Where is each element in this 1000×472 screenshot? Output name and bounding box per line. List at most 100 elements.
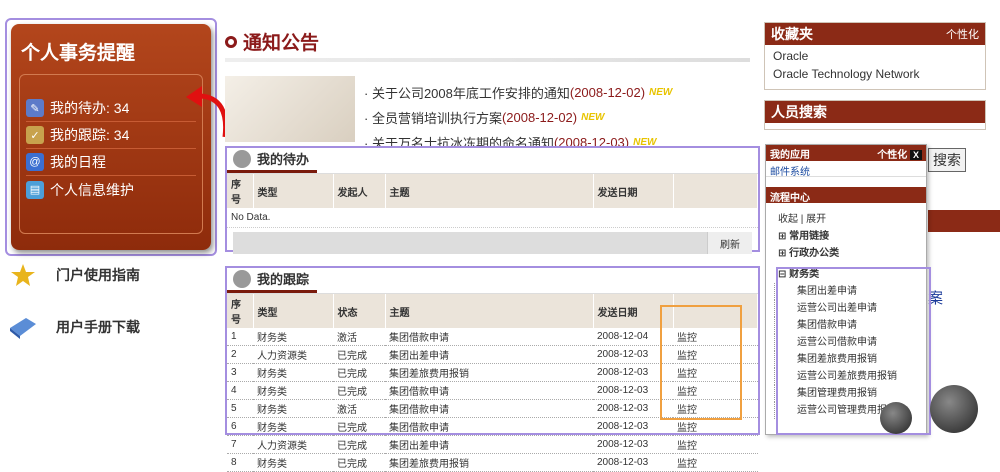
- people-search-button[interactable]: 搜索: [928, 148, 966, 172]
- tree-group-common-links[interactable]: ⊞ 常用链接: [766, 228, 926, 245]
- track-panel-icon: [233, 269, 251, 288]
- todo-header-row: 序号 类型 发起人 主题 发送日期: [227, 174, 758, 208]
- col-header: 状态: [333, 294, 386, 328]
- cell: 2: [227, 345, 253, 364]
- cell: 3: [227, 363, 253, 382]
- favorite-link[interactable]: Oracle Technology Network: [765, 63, 985, 81]
- guide-label: 门户使用指南: [56, 267, 140, 283]
- personal-reminder-title: 个人事务提醒: [21, 43, 136, 64]
- track-title-bar: 我的跟踪: [227, 268, 758, 294]
- cell: 人力资源类: [253, 435, 333, 454]
- notice-date: (2008-12-02): [569, 85, 646, 100]
- col-header: 发起人: [333, 174, 386, 208]
- notice-list: · 关于公司2008年底工作安排的通知 (2008-12-02) NEW · 全…: [364, 80, 672, 155]
- my-apps-actions: 个性化 X: [877, 146, 922, 161]
- tree-group-admin[interactable]: ⊞ 行政办公类: [766, 245, 926, 262]
- profile-icon: ▤: [26, 180, 44, 199]
- monitor-link[interactable]: 监控: [673, 435, 758, 454]
- cell: 8: [227, 453, 253, 472]
- reminder-item-label: 我的跟踪: [50, 127, 106, 143]
- col-header: 主题: [385, 294, 594, 328]
- notice-item[interactable]: · 全员营销培训执行方案 (2008-12-02) NEW: [364, 105, 672, 130]
- portal-guide-link[interactable]: 门户使用指南: [8, 262, 140, 288]
- col-header: [673, 174, 758, 208]
- cell: 集团出差申请: [385, 435, 593, 454]
- refresh-button[interactable]: 刷新: [707, 232, 752, 254]
- close-icon[interactable]: X: [909, 149, 922, 160]
- track-title: 我的跟踪: [227, 267, 317, 293]
- cell: 2008-12-03: [593, 435, 673, 454]
- notice-date: (2008-12-02): [501, 110, 578, 125]
- reminder-item-count: : 34: [106, 127, 130, 143]
- personal-reminder-list: ✎ 我的待办 : 34 ✓ 我的跟踪 : 34 @ 我的日程 ▤ 个人信息维护: [19, 74, 203, 234]
- favorites-title: 收藏夹: [771, 26, 813, 42]
- reminder-item-todo[interactable]: ✎ 我的待办 : 34: [26, 95, 196, 122]
- cell: 财务类: [253, 399, 333, 418]
- cell: 1: [227, 328, 253, 346]
- mail-system-link[interactable]: 邮件系统: [766, 161, 926, 178]
- notice-header: 通知公告: [225, 28, 319, 55]
- reminder-item-count: : 34: [106, 100, 130, 116]
- reminder-item-label: 我的日程: [50, 154, 106, 170]
- cell: 财务类: [253, 363, 333, 382]
- new-badge: NEW: [649, 87, 673, 98]
- notice-title: 通知公告: [243, 33, 320, 54]
- cell: 集团借款申请: [385, 417, 593, 436]
- notice-bullet-icon: [225, 35, 237, 48]
- favorites-box: 收藏夹 个性化 Oracle Oracle Technology Network: [764, 22, 986, 90]
- table-row[interactable]: 7 人力资源类 已完成 集团出差申请 2008-12-03 监控: [227, 435, 758, 454]
- track-title-text: 我的跟踪: [257, 272, 310, 287]
- col-header: 类型: [253, 294, 334, 328]
- cell: 4: [227, 381, 253, 400]
- col-header: 序号: [227, 294, 254, 328]
- user-manual-download-link[interactable]: 用户手册下载: [8, 314, 140, 340]
- monitor-link[interactable]: 监控: [673, 417, 758, 436]
- reminder-item-profile[interactable]: ▤ 个人信息维护: [26, 176, 196, 203]
- notice-text: · 关于公司2008年底工作安排的通知: [364, 86, 570, 101]
- favorites-personalize-link[interactable]: 个性化: [946, 26, 979, 42]
- cell: 已完成: [333, 417, 385, 436]
- star-icon: [11, 264, 35, 286]
- flow-center-header: 流程中心: [766, 187, 926, 204]
- book-icon: [10, 318, 36, 339]
- cell: 5: [227, 399, 253, 418]
- new-badge: NEW: [581, 112, 605, 123]
- cell: 激活: [333, 328, 385, 346]
- schedule-icon: @: [26, 153, 44, 171]
- people-search-title: 人员搜索: [771, 104, 827, 120]
- notice-item[interactable]: · 关于公司2008年底工作安排的通知 (2008-12-02) NEW: [364, 80, 672, 105]
- floating-button-icon[interactable]: [880, 402, 912, 434]
- cell: 集团差旅费用报销: [385, 363, 593, 382]
- todo-empty-text: No Data.: [227, 208, 758, 228]
- monitor-link[interactable]: 监控: [673, 453, 758, 472]
- cell: 2008-12-03: [593, 453, 673, 472]
- cell: 财务类: [253, 328, 333, 346]
- reminder-item-schedule[interactable]: @ 我的日程: [26, 149, 196, 176]
- floating-button-icon[interactable]: [930, 385, 978, 433]
- notice-text: · 全员营销培训执行方案: [364, 111, 502, 126]
- todo-panel-icon: [233, 149, 251, 168]
- reminder-item-label: 我的待办: [50, 100, 106, 116]
- my-apps-personalize-link[interactable]: 个性化: [877, 150, 907, 161]
- monitor-highlight-box: [660, 305, 742, 420]
- col-header: 主题: [385, 174, 594, 208]
- table-row[interactable]: 6 财务类 已完成 集团借款申请 2008-12-03 监控: [227, 417, 758, 436]
- favorite-link[interactable]: Oracle: [765, 45, 985, 63]
- reminder-item-label: 个人信息维护: [50, 181, 134, 198]
- todo-table: 序号 类型 发起人 主题 发送日期: [227, 174, 758, 208]
- side-header-strip: [928, 210, 1000, 232]
- cell: 集团差旅费用报销: [385, 453, 593, 472]
- notice-image: [225, 76, 355, 142]
- cell: 已完成: [333, 435, 385, 454]
- my-todo-panel: 我的待办 序号 类型 发起人 主题 发送日期 No Data. 刷新: [225, 146, 760, 254]
- guide-label: 用户手册下载: [56, 319, 140, 335]
- cell: 财务类: [253, 381, 333, 400]
- collapse-expand-toggle[interactable]: 收起 | 展开: [766, 211, 926, 228]
- reminder-item-track[interactable]: ✓ 我的跟踪 : 34: [26, 122, 196, 149]
- people-search-box: 人员搜索: [764, 100, 986, 130]
- cell: 6: [227, 417, 253, 436]
- cell: 7: [227, 435, 253, 454]
- table-row[interactable]: 8 财务类 已完成 集团差旅费用报销 2008-12-03 监控: [227, 453, 758, 472]
- my-apps-title: 我的应用: [770, 149, 810, 161]
- todo-title-text: 我的待办: [257, 152, 310, 167]
